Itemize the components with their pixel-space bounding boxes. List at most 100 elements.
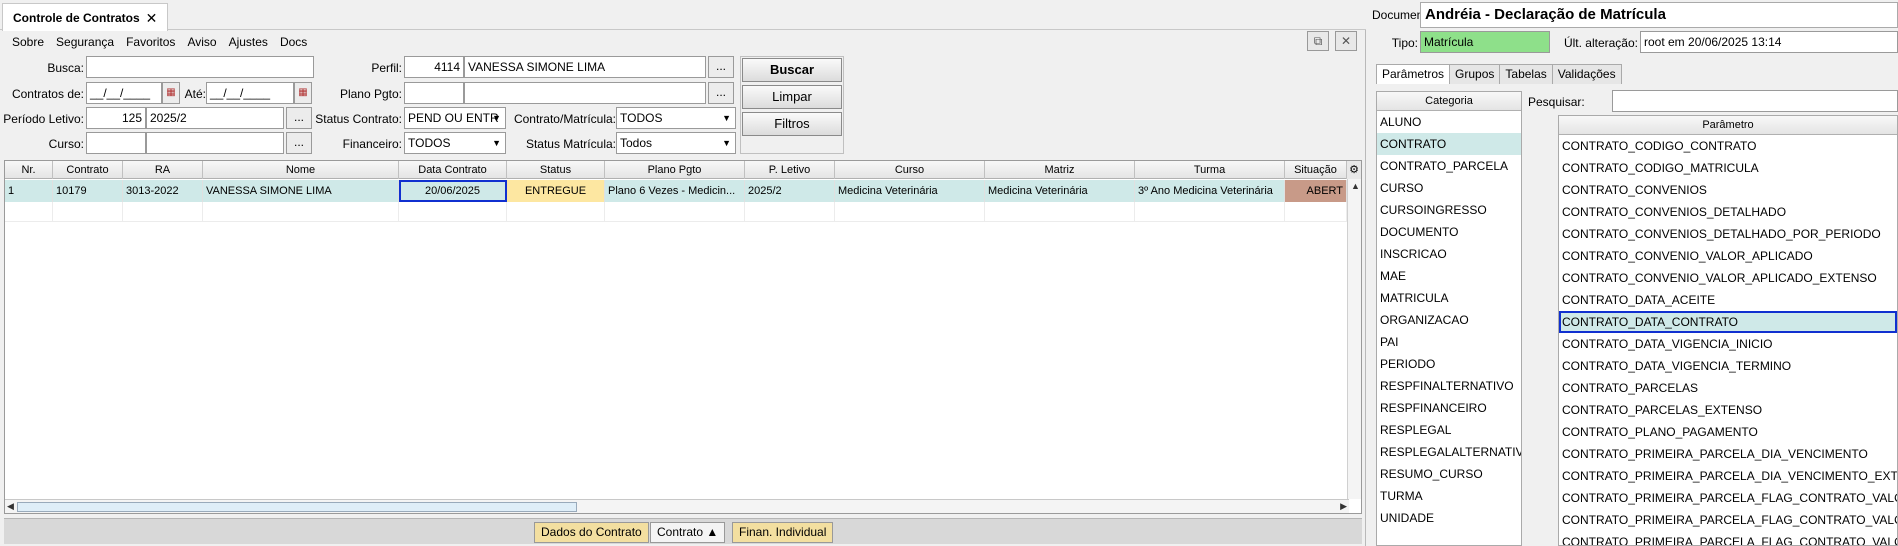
list-item[interactable]: CONTRATO_DATA_ACEITE [1559, 289, 1897, 311]
list-item[interactable]: CONTRATO_PRIMEIRA_PARCELA_DIA_VENCIMENTO… [1559, 465, 1897, 487]
dados-contrato-button[interactable]: Dados do Contrato [534, 522, 649, 543]
list-item[interactable]: CONTRATO_DATA_VIGENCIA_TERMINO [1559, 355, 1897, 377]
perfil-code-input[interactable]: 4114 [404, 56, 464, 78]
col-data-contrato[interactable]: Data Contrato [399, 161, 507, 179]
list-item[interactable]: CONTRATO_PRIMEIRA_PARCELA_FLAG_CONTRATO_… [1559, 531, 1897, 545]
list-item[interactable]: CONTRATO_DATA_VIGENCIA_INICIO [1559, 333, 1897, 355]
menu-aviso[interactable]: Aviso [181, 35, 222, 49]
periodo-code-input[interactable]: 125 [86, 107, 146, 129]
list-item[interactable]: CONTRATO_CONVENIOS_DETALHADO_POR_PERIODO [1559, 223, 1897, 245]
scroll-left-icon[interactable]: ◀ [7, 501, 14, 512]
perfil-lookup-button[interactable]: ... [708, 56, 734, 78]
list-item-selected[interactable]: CONTRATO_DATA_CONTRATO [1559, 311, 1897, 333]
contratos-de-input[interactable]: __/__/____ [86, 82, 162, 104]
list-item[interactable]: CONTRATO_PRIMEIRA_PARCELA_DIA_VENCIMENTO [1559, 443, 1897, 465]
col-matriz[interactable]: Matriz [985, 161, 1135, 179]
list-item[interactable]: RESPFINALTERNATIVO [1377, 375, 1521, 397]
col-nr[interactable]: Nr. [5, 161, 53, 179]
list-item[interactable]: CONTRATO_CONVENIOS_DETALHADO [1559, 201, 1897, 223]
col-turma[interactable]: Turma [1135, 161, 1285, 179]
status-matricula-select[interactable]: Todos [616, 132, 736, 154]
tab-validacoes[interactable]: Validações [1551, 64, 1622, 84]
horizontal-scrollbar[interactable]: ◀ ▶ [5, 499, 1349, 513]
menu-ajustes[interactable]: Ajustes [223, 35, 274, 49]
menu-sobre[interactable]: Sobre [6, 35, 50, 49]
list-item[interactable]: PAI [1377, 331, 1521, 353]
scroll-up-icon[interactable]: ▲ [1351, 181, 1360, 191]
list-item[interactable]: MAE [1377, 265, 1521, 287]
list-item[interactable]: RESUMO_CURSO [1377, 463, 1521, 485]
scroll-right-icon[interactable]: ▶ [1340, 501, 1347, 512]
list-item[interactable]: CURSO [1377, 177, 1521, 199]
list-item[interactable]: ALUNO [1377, 111, 1521, 133]
financeiro-select[interactable]: TODOS [404, 132, 506, 154]
col-ra[interactable]: RA [123, 161, 203, 179]
calendar-icon[interactable]: ▦ [294, 82, 312, 104]
list-item[interactable]: TURMA [1377, 485, 1521, 507]
finan-individual-button[interactable]: Finan. Individual [732, 522, 834, 543]
col-plano-pgto[interactable]: Plano Pgto [605, 161, 745, 179]
pesquisar-input[interactable] [1612, 90, 1898, 112]
perfil-input[interactable]: VANESSA SIMONE LIMA [464, 56, 706, 78]
plano-code-input[interactable] [404, 82, 464, 104]
menu-seguranca[interactable]: Segurança [50, 35, 120, 49]
list-item[interactable]: CONTRATO_CODIGO_CONTRATO [1559, 135, 1897, 157]
contrato-matricula-select[interactable]: TODOS [616, 107, 736, 129]
list-item[interactable]: CONTRATO_PRIMEIRA_PARCELA_FLAG_CONTRATO_… [1559, 487, 1897, 509]
list-item[interactable]: CONTRATO [1377, 133, 1521, 155]
vertical-scrollbar[interactable]: ▲ [1347, 179, 1361, 499]
filtros-button[interactable]: Filtros [742, 112, 842, 136]
list-item[interactable]: UNIDADE [1377, 507, 1521, 529]
list-item[interactable]: CONTRATO_PLANO_PAGAMENTO [1559, 421, 1897, 443]
list-item[interactable]: RESPFINANCEIRO [1377, 397, 1521, 419]
col-nome[interactable]: Nome [203, 161, 399, 179]
calendar-icon[interactable]: ▦ [162, 82, 180, 104]
list-item[interactable]: CONTRATO_PRIMEIRA_PARCELA_FLAG_CONTRATO_… [1559, 509, 1897, 531]
status-contrato-select[interactable]: PEND OU ENTR [404, 107, 506, 129]
list-item[interactable]: RESPLEGALALTERNATIVO [1377, 441, 1521, 463]
tab-tabelas[interactable]: Tabelas [1499, 64, 1553, 84]
close-icon[interactable]: ✕ [146, 5, 158, 31]
list-item[interactable]: MATRICULA [1377, 287, 1521, 309]
list-item[interactable]: CONTRATO_PARCELAS [1559, 377, 1897, 399]
periodo-input[interactable]: 2025/2 [146, 107, 284, 129]
col-status[interactable]: Status [507, 161, 605, 179]
limpar-button[interactable]: Limpar [742, 85, 842, 109]
plano-lookup-button[interactable]: ... [708, 82, 734, 104]
list-item[interactable]: CONTRATO_PARCELAS_EXTENSO [1559, 399, 1897, 421]
list-item[interactable]: CONTRATO_CODIGO_MATRICULA [1559, 157, 1897, 179]
list-item[interactable]: CURSOINGRESSO [1377, 199, 1521, 221]
table-row[interactable]: 1 10179 3013-2022 VANESSA SIMONE LIMA 20… [5, 180, 1347, 202]
tab-parametros[interactable]: Parâmetros [1376, 64, 1451, 84]
col-contrato[interactable]: Contrato [53, 161, 123, 179]
curso-code-input[interactable] [86, 132, 146, 154]
cell-data-contrato[interactable]: 20/06/2025 [399, 180, 507, 202]
ate-input[interactable]: __/__/____ [206, 82, 294, 104]
list-item[interactable]: INSCRICAO [1377, 243, 1521, 265]
list-item[interactable]: CONTRATO_PARCELA [1377, 155, 1521, 177]
list-item[interactable]: ORGANIZACAO [1377, 309, 1521, 331]
plano-input[interactable] [464, 82, 706, 104]
list-item[interactable]: CONTRATO_CONVENIO_VALOR_APLICADO_EXTENSO [1559, 267, 1897, 289]
contrato-menu-button[interactable]: Contrato ▲ [650, 522, 726, 543]
curso-input[interactable] [146, 132, 284, 154]
list-item[interactable]: CONTRATO_CONVENIOS [1559, 179, 1897, 201]
list-item[interactable]: PERIODO [1377, 353, 1521, 375]
buscar-button[interactable]: Buscar [742, 58, 842, 82]
busca-input[interactable] [86, 56, 314, 78]
tab-grupos[interactable]: Grupos [1449, 64, 1501, 84]
documento-input[interactable]: Andréia - Declaração de Matrícula [1420, 2, 1898, 28]
popout-icon[interactable]: ⧉ [1307, 31, 1329, 51]
tipo-input[interactable]: Matrícula [1420, 31, 1550, 53]
menu-favoritos[interactable]: Favoritos [120, 35, 181, 49]
list-item[interactable]: RESPLEGAL [1377, 419, 1521, 441]
tab-controle-contratos[interactable]: Controle de Contratos ✕ [2, 3, 169, 31]
list-item[interactable]: CONTRATO_CONVENIO_VALOR_APLICADO [1559, 245, 1897, 267]
col-p-letivo[interactable]: P. Letivo [745, 161, 835, 179]
gear-icon[interactable]: ⚙ [1347, 161, 1361, 179]
list-item[interactable]: DOCUMENTO [1377, 221, 1521, 243]
col-curso[interactable]: Curso [835, 161, 985, 179]
close-window-icon[interactable]: ✕ [1335, 31, 1357, 51]
col-situacao[interactable]: Situação [1285, 161, 1347, 179]
menu-docs[interactable]: Docs [274, 35, 313, 49]
